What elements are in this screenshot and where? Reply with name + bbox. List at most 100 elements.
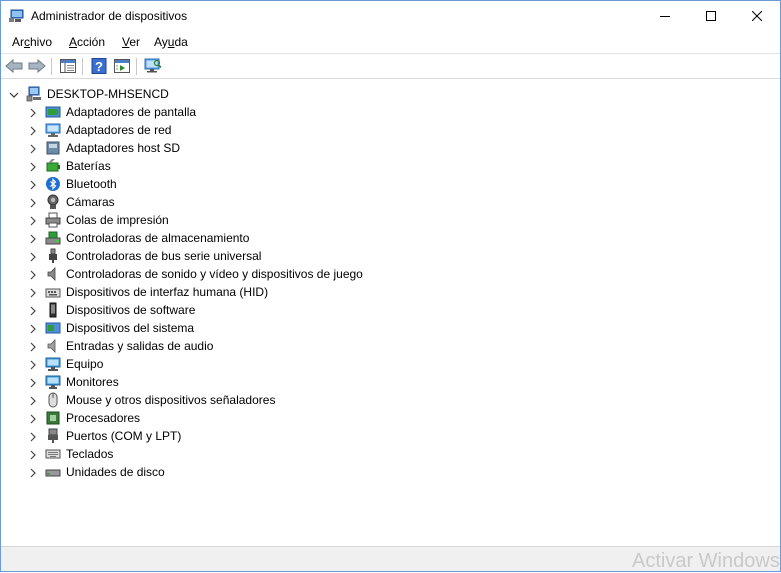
help-button[interactable]: ?: [89, 57, 109, 77]
menu-ver-text-b: er: [129, 35, 141, 49]
tree-category-node[interactable]: Adaptadores de red: [1, 121, 421, 139]
menu-ayuda[interactable]: Ayuda: [153, 35, 189, 49]
tree-category-label: Adaptadores host SD: [66, 141, 181, 155]
computer-root-icon: [26, 86, 42, 102]
minimize-button[interactable]: [642, 1, 688, 32]
expand-chevron-icon[interactable]: [28, 162, 38, 172]
expand-chevron-icon[interactable]: [28, 360, 38, 370]
tree-category-node[interactable]: Colas de impresión: [1, 211, 421, 229]
tree-category-node[interactable]: Adaptadores host SD: [1, 139, 421, 157]
scan-hardware-icon: [144, 58, 162, 77]
expand-chevron-icon[interactable]: [28, 324, 38, 334]
show-hide-console-tree-button[interactable]: [58, 57, 78, 77]
expand-chevron-icon[interactable]: [28, 180, 38, 190]
tree-category-node[interactable]: Adaptadores de pantalla: [1, 103, 421, 121]
tree-category-node[interactable]: Teclados: [1, 445, 421, 463]
expand-chevron-icon[interactable]: [28, 270, 38, 280]
tree-category-node[interactable]: Entradas y salidas de audio: [1, 337, 421, 355]
expand-chevron-icon[interactable]: [28, 144, 38, 154]
close-icon: [751, 10, 763, 24]
expand-chevron-icon[interactable]: [28, 378, 38, 388]
camera-icon: [45, 194, 61, 210]
expand-chevron-icon[interactable]: [28, 396, 38, 406]
tree-category-node[interactable]: Equipo: [1, 355, 421, 373]
expand-chevron-icon[interactable]: [28, 234, 38, 244]
tree-category-label: Cámaras: [66, 195, 115, 209]
tree-category-node[interactable]: Dispositivos del sistema: [1, 319, 421, 337]
expand-chevron-icon[interactable]: [28, 126, 38, 136]
maximize-button[interactable]: [688, 1, 734, 32]
tree-category-node[interactable]: Controladoras de almacenamiento: [1, 229, 421, 247]
close-button[interactable]: [734, 1, 780, 32]
menu-archivo[interactable]: Archivo: [11, 35, 53, 49]
tree-category-label: Dispositivos de interfaz humana (HID): [66, 285, 269, 299]
activation-watermark: Activar Windows: [632, 550, 780, 572]
usb-icon: [45, 248, 61, 264]
menu-accion[interactable]: Acción: [68, 35, 106, 49]
toolbar-separator: [136, 58, 137, 75]
run-action-button[interactable]: [112, 57, 132, 77]
menu-ayuda-text-a: Ay: [154, 35, 168, 49]
tree-category-label: Dispositivos de software: [66, 303, 196, 317]
show-hide-console-tree-icon: [60, 58, 76, 76]
mouse-icon: [45, 392, 61, 408]
expand-chevron-icon[interactable]: [28, 468, 38, 478]
expand-chevron-icon[interactable]: [28, 306, 38, 316]
back-button[interactable]: [4, 57, 24, 77]
title-bar[interactable]: Administrador de dispositivos: [1, 1, 780, 32]
run-action-icon: [114, 58, 130, 76]
tree-category-label: Dispositivos del sistema: [66, 321, 195, 335]
menu-ver[interactable]: Ver: [121, 35, 141, 49]
tree-category-node[interactable]: Controladoras de sonido y vídeo y dispos…: [1, 265, 421, 283]
scan-hardware-button[interactable]: [143, 57, 163, 77]
tree-category-node[interactable]: Dispositivos de software: [1, 301, 421, 319]
toolbar: ?: [1, 54, 780, 79]
menu-archivo-text-b: hivo: [30, 35, 53, 49]
expand-chevron-icon[interactable]: [28, 450, 38, 460]
tree-category-label: Equipo: [66, 357, 104, 371]
device-manager-window: Administrador de dispositivos Archivo Ac…: [0, 0, 781, 572]
expand-chevron-icon[interactable]: [28, 414, 38, 424]
help-icon: ?: [91, 57, 107, 77]
expand-chevron-icon[interactable]: [28, 432, 38, 442]
menu-archivo-text-a: Ar: [12, 35, 24, 49]
tree-category-node[interactable]: Controladoras de bus serie universal: [1, 247, 421, 265]
tree-category-label: Colas de impresión: [66, 213, 169, 227]
menu-bar: Archivo Acción Ver Ayuda: [1, 32, 780, 53]
menu-accion-text-b: cción: [77, 35, 106, 49]
tree-category-node[interactable]: Puertos (COM y LPT): [1, 427, 421, 445]
tree-category-node[interactable]: Bluetooth: [1, 175, 421, 193]
tree-category-node[interactable]: Cámaras: [1, 193, 421, 211]
tree-category-node[interactable]: Procesadores: [1, 409, 421, 427]
device-tree: DESKTOP-MHSENCD Adaptadores de pantalla A…: [1, 81, 780, 546]
tree-category-node[interactable]: Unidades de disco: [1, 463, 421, 481]
tree-category-node[interactable]: Dispositivos de interfaz humana (HID): [1, 283, 421, 301]
expand-chevron-icon[interactable]: [28, 288, 38, 298]
tree-root-node[interactable]: DESKTOP-MHSENCD: [1, 85, 401, 103]
expand-chevron-icon[interactable]: [28, 216, 38, 226]
tree-category-label: Controladoras de almacenamiento: [66, 231, 250, 245]
processor-icon: [45, 410, 61, 426]
expand-chevron-icon[interactable]: [28, 108, 38, 118]
menu-ayuda-text-b: da: [174, 35, 188, 49]
expand-chevron-icon[interactable]: [28, 342, 38, 352]
window-title: Administrador de dispositivos: [31, 9, 188, 23]
tree-category-node[interactable]: Mouse y otros dispositivos señaladores: [1, 391, 421, 409]
minimize-icon: [660, 10, 670, 24]
hid-icon: [45, 284, 61, 300]
audio-io-icon: [45, 338, 61, 354]
port-icon: [45, 428, 61, 444]
maximize-icon: [706, 10, 716, 24]
printer-icon: [45, 212, 61, 228]
device-manager-icon: [9, 9, 25, 23]
tree-category-node[interactable]: Monitores: [1, 373, 421, 391]
collapse-chevron-icon[interactable]: [9, 90, 19, 100]
forward-button[interactable]: [27, 57, 47, 77]
back-icon: [5, 58, 23, 76]
expand-chevron-icon[interactable]: [28, 252, 38, 262]
svg-text:?: ?: [95, 59, 103, 74]
tree-category-label: Unidades de disco: [66, 465, 165, 479]
battery-icon: [45, 158, 61, 174]
expand-chevron-icon[interactable]: [28, 198, 38, 208]
tree-category-node[interactable]: Baterías: [1, 157, 421, 175]
